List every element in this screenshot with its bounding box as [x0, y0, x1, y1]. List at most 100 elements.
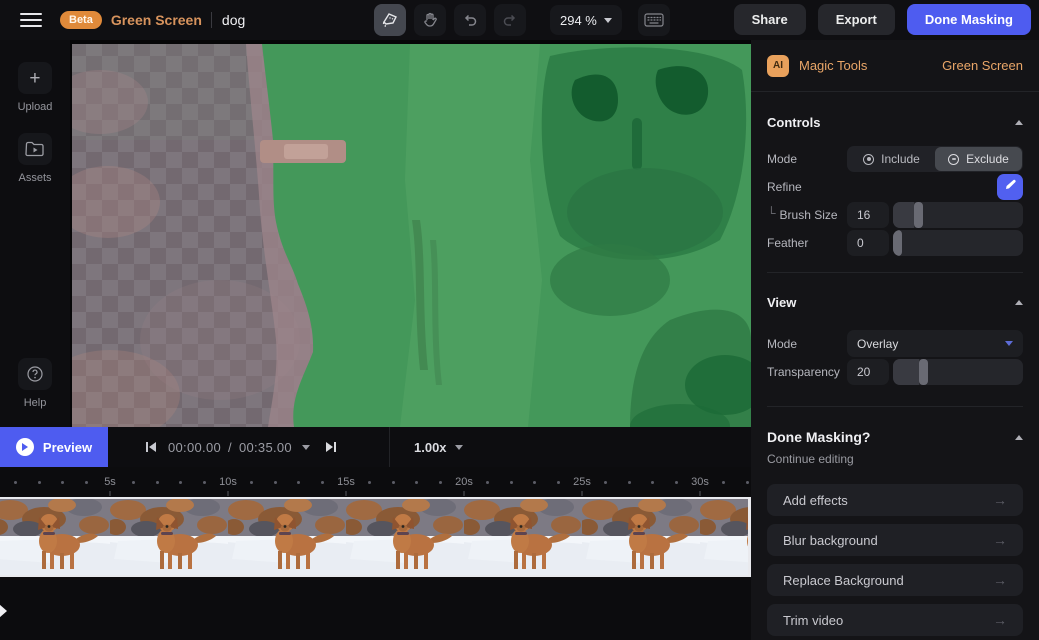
brush-size-slider[interactable]	[893, 202, 1023, 228]
ruler-second-dot	[627, 481, 631, 484]
filmstrip-frame	[464, 499, 582, 575]
controls-section-header[interactable]: Controls	[767, 115, 1023, 130]
ruler-second-dot	[722, 481, 726, 484]
continue-editing-text[interactable]: Continue editing	[767, 452, 1023, 466]
help-label: Help	[23, 397, 47, 409]
sidebar-item-help[interactable]: Help	[18, 358, 52, 409]
blur-background-button[interactable]: Blur background →	[767, 524, 1023, 556]
preview-button[interactable]: Preview	[0, 427, 108, 467]
current-time: 00:00.00	[168, 439, 222, 455]
skip-end-icon[interactable]	[324, 440, 338, 454]
mode-row: Mode Include Exclude	[767, 146, 1023, 172]
lasso-tool-button[interactable]	[374, 4, 406, 36]
view-section-header[interactable]: View	[767, 295, 1023, 310]
brush-size-input[interactable]: 16	[847, 202, 889, 228]
time-separator: /	[228, 439, 232, 455]
feather-row: Feather 0	[767, 230, 1023, 256]
filmstrip-frame	[110, 499, 228, 575]
ruler-second-dot	[438, 481, 442, 484]
view-mode-row: Mode Overlay	[767, 330, 1023, 357]
ruler-second-label: 5s	[104, 476, 116, 488]
masking-canvas[interactable]	[70, 40, 751, 427]
redo-button[interactable]	[494, 4, 526, 36]
expand-chevron-icon[interactable]	[0, 603, 8, 624]
skip-start-icon[interactable]	[144, 440, 158, 454]
ruler-second-dot	[61, 481, 65, 484]
share-button[interactable]: Share	[733, 4, 806, 35]
view-mode-value: Overlay	[857, 336, 899, 351]
transparency-slider[interactable]	[893, 359, 1023, 385]
lasso-tool-icon	[381, 11, 399, 29]
timecode-caret-icon[interactable]	[301, 444, 310, 450]
export-button[interactable]: Export	[817, 4, 895, 35]
add-effects-label: Add effects	[783, 492, 848, 508]
hamburger-menu-icon[interactable]	[20, 13, 42, 27]
tree-connector: └	[767, 206, 776, 220]
ruler-second-dot	[674, 481, 678, 484]
hand-tool-button[interactable]	[414, 4, 446, 36]
help-icon	[18, 358, 52, 390]
upload-label: Upload	[17, 101, 53, 113]
ruler-second-dot	[250, 481, 254, 484]
replace-background-button[interactable]: Replace Background →	[767, 564, 1023, 596]
add-effects-button[interactable]: Add effects →	[767, 484, 1023, 516]
filmstrip-frame	[700, 499, 751, 575]
timecode: 00:00.00 / 00:35.00	[168, 440, 292, 455]
title-separator	[210, 12, 212, 28]
dropdown-caret-icon	[454, 444, 463, 450]
sidebar-item-assets[interactable]: Assets	[18, 133, 52, 184]
keyboard-shortcuts-button[interactable]	[637, 4, 670, 36]
upload-icon: +	[17, 62, 52, 94]
done-section-header[interactable]: Done Masking?	[767, 429, 1023, 445]
undo-icon	[461, 11, 479, 29]
undo-button[interactable]	[454, 4, 486, 36]
view-mode-label: Mode	[767, 336, 798, 351]
ruler-second-dot	[745, 481, 749, 484]
ruler-second-dot	[84, 481, 88, 484]
app-root: Beta Green Screen dog 294 % Share Export…	[0, 0, 1039, 640]
panel-header: AI Magic Tools Green Screen	[751, 40, 1039, 92]
playback-speed-control[interactable]: 1.00x	[414, 440, 463, 455]
panel-tool-name: Green Screen	[942, 58, 1023, 73]
refine-brush-button[interactable]	[997, 174, 1023, 200]
done-heading: Done Masking?	[767, 429, 871, 445]
feather-input[interactable]: 0	[847, 230, 889, 256]
ruler-second-dot	[273, 481, 277, 484]
collapse-caret-icon	[1015, 120, 1023, 125]
ruler-second-dot	[320, 481, 324, 484]
panel-title: Magic Tools	[799, 58, 868, 73]
controls-heading: Controls	[767, 115, 821, 130]
clip-end-handle[interactable]	[748, 497, 751, 577]
top-bar: Beta Green Screen dog 294 % Share Export…	[0, 0, 1039, 40]
view-section: View Mode Overlay Transparency 20	[751, 295, 1039, 407]
zoom-level-control[interactable]: 294 %	[550, 5, 622, 35]
ruler-tick-mark	[109, 491, 111, 496]
dropdown-caret-icon	[1005, 341, 1013, 346]
speed-value: 1.00x	[414, 439, 447, 455]
done-masking-section: Done Masking? Continue editing Add effec…	[751, 429, 1039, 636]
timeline-ruler[interactable]: 5s 10s 15s 20s 25s 30s	[0, 467, 751, 497]
ai-badge: AI	[767, 54, 789, 77]
arrow-right-icon: →	[993, 572, 1007, 588]
ruler-second-dot	[297, 481, 301, 484]
exclude-option[interactable]: Exclude	[935, 147, 1022, 171]
mode-label: Mode	[767, 152, 798, 166]
view-mode-dropdown[interactable]: Overlay	[847, 330, 1023, 357]
trim-video-button[interactable]: Trim video →	[767, 604, 1023, 636]
timeline-clip-filmstrip[interactable]	[0, 497, 751, 577]
mode-segmented-control: Include Exclude	[847, 146, 1023, 172]
zoom-level-value: 294 %	[560, 12, 597, 28]
done-masking-button[interactable]: Done Masking	[906, 4, 1031, 35]
ruler-second-label: 25s	[573, 476, 591, 488]
refine-label: Refine	[767, 180, 802, 194]
transparency-input[interactable]: 20	[847, 359, 889, 385]
brush-size-label: └ Brush Size	[767, 206, 838, 222]
arrow-right-icon: →	[993, 492, 1007, 508]
ruler-second-dot	[556, 481, 560, 484]
include-option[interactable]: Include	[848, 147, 935, 171]
assets-icon	[18, 133, 52, 165]
sidebar-item-upload[interactable]: + Upload	[17, 62, 53, 113]
feather-slider[interactable]	[893, 230, 1023, 256]
topbar-actions: Share Export Done Masking	[733, 4, 1031, 35]
document-title[interactable]: dog	[222, 12, 245, 28]
